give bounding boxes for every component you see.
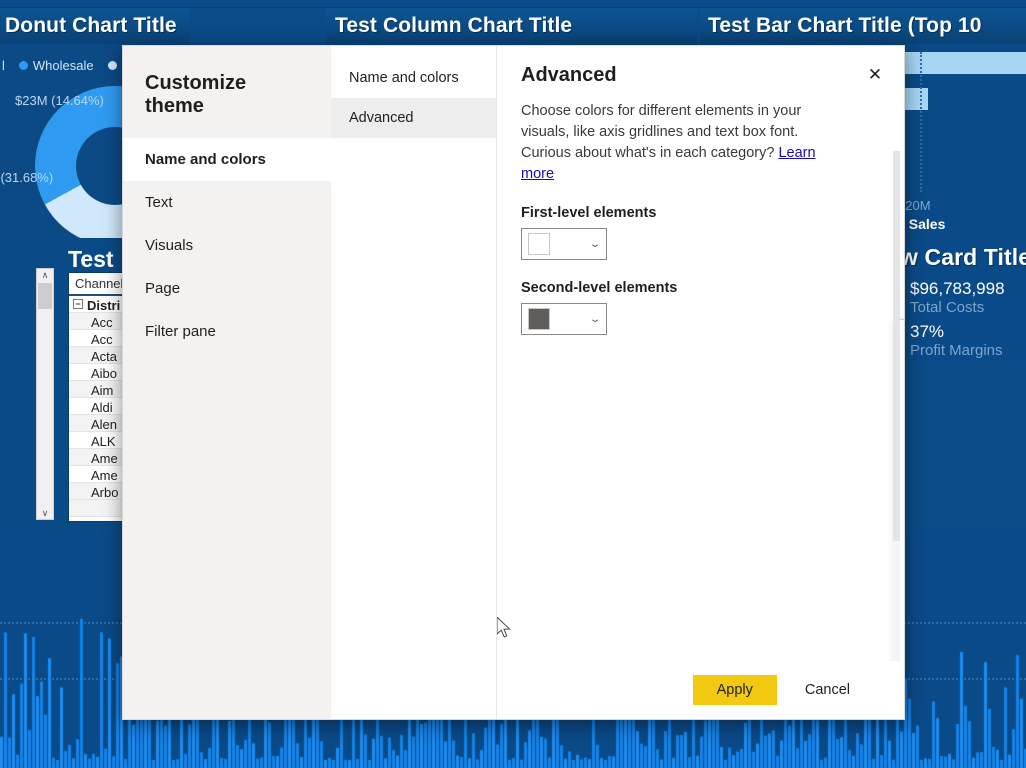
bar-chart-header: Test Bar Chart Title (Top 10 bbox=[700, 8, 1026, 44]
sidebar-item-text[interactable]: Text bbox=[123, 181, 331, 224]
donut-chart-title: t Donut Chart Title bbox=[0, 14, 177, 37]
color-swatch-icon bbox=[528, 233, 550, 255]
legend-label-1: Wholesale bbox=[32, 58, 94, 73]
donut-data-label-0: $23M (14.64%) bbox=[15, 93, 104, 108]
sidebar-item-filter-pane[interactable]: Filter pane bbox=[123, 310, 331, 353]
customize-theme-dialog[interactable]: Customize theme Name and colors Text Vis… bbox=[122, 45, 905, 720]
table-vertical-scrollbar[interactable]: ∧ ∨ bbox=[36, 268, 54, 520]
dialog-sidebar: Customize theme Name and colors Text Vis… bbox=[123, 46, 331, 719]
sidebar-item-page[interactable]: Page bbox=[123, 267, 331, 310]
subnav-item-advanced[interactable]: Advanced bbox=[331, 98, 496, 138]
subnav-item-name-and-colors[interactable]: Name and colors bbox=[331, 58, 496, 98]
donut-chart-header: t Donut Chart Title bbox=[0, 8, 190, 44]
card-metric-value-0: $96,783,998 bbox=[910, 279, 1005, 298]
first-level-elements-label: First-level elements bbox=[521, 205, 657, 221]
cancel-button[interactable]: Cancel bbox=[795, 675, 860, 705]
card-metric-label-0: Total Costs bbox=[910, 299, 985, 316]
bar-chart-axis-line bbox=[920, 52, 922, 192]
pane-description: Choose colors for different elements in … bbox=[521, 101, 851, 185]
sidebar-item-name-and-colors[interactable]: Name and colors bbox=[123, 138, 331, 181]
card-metric-label-1: Profit Margins bbox=[910, 342, 1003, 359]
legend-item-0[interactable]: l bbox=[0, 58, 5, 73]
second-level-color-dropdown[interactable]: ⌄ bbox=[521, 303, 607, 335]
legend-dot-icon bbox=[107, 61, 117, 70]
bar-chart-title: Test Bar Chart Title (Top 10 bbox=[708, 14, 982, 37]
close-icon[interactable]: ✕ bbox=[860, 60, 890, 90]
collapse-icon[interactable]: − bbox=[73, 299, 83, 309]
advanced-pane: ✕ Advanced Choose colors for different e… bbox=[497, 46, 904, 661]
legend-dot-icon bbox=[18, 61, 28, 70]
table-title: Test bbox=[68, 246, 114, 272]
card-tile[interactable]: w Card Title $96,783,998 Total Costs 37%… bbox=[900, 240, 1026, 360]
card-title: w Card Title bbox=[900, 244, 1026, 270]
sidebar-item-visuals[interactable]: Visuals bbox=[123, 224, 331, 267]
card-metric-0: $96,783,998 Total Costs bbox=[900, 271, 1026, 316]
donut-data-label-1: M (31.68%) bbox=[0, 170, 54, 185]
color-swatch-icon bbox=[528, 308, 550, 330]
dialog-footer: Apply Cancel bbox=[497, 661, 904, 719]
chevron-down-icon: ⌄ bbox=[588, 238, 602, 250]
card-metric-value-1: 37% bbox=[910, 322, 945, 341]
pane-heading: Advanced bbox=[521, 64, 617, 86]
dialog-subnav: Name and colors Advanced bbox=[331, 46, 497, 719]
pane-description-text: Choose colors for different elements in … bbox=[521, 103, 802, 161]
table-group-label: Distri bbox=[87, 298, 121, 313]
dialog-content: ✕ Advanced Choose colors for different e… bbox=[497, 46, 904, 719]
report-top-strip bbox=[0, 0, 1026, 8]
column-chart-header: Test Column Chart Title bbox=[325, 8, 697, 44]
scroll-down-icon[interactable]: ∨ bbox=[42, 507, 49, 519]
screen: t Donut Chart Title l Wholesale Dist bbox=[0, 0, 1026, 768]
dialog-scrollbar[interactable] bbox=[893, 151, 900, 661]
scrollbar-thumb[interactable] bbox=[893, 151, 900, 541]
legend-item-1[interactable]: Wholesale bbox=[18, 58, 94, 73]
column-chart-title: Test Column Chart Title bbox=[335, 14, 573, 37]
second-level-elements-label: Second-level elements bbox=[521, 280, 678, 296]
first-level-color-dropdown[interactable]: ⌄ bbox=[521, 228, 607, 260]
dialog-title: Customize theme bbox=[145, 72, 247, 117]
legend-label-0: l bbox=[2, 58, 5, 73]
chevron-down-icon: ⌄ bbox=[588, 313, 602, 325]
scrollbar-thumb[interactable] bbox=[38, 283, 52, 309]
card-metric-1: 37% Profit Margins bbox=[900, 316, 1026, 359]
scroll-up-icon[interactable]: ∧ bbox=[42, 269, 49, 281]
apply-button[interactable]: Apply bbox=[692, 675, 777, 705]
